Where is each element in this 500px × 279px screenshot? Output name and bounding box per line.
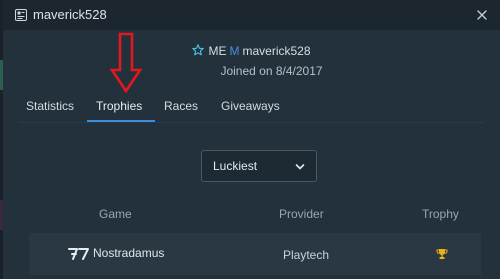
tab-races[interactable]: Races [164, 96, 198, 122]
tab-statistics[interactable]: Statistics [26, 96, 74, 122]
profile-card-icon [15, 9, 27, 21]
provider-name: Playtech [283, 248, 330, 262]
profile-username[interactable]: maverick528 [242, 44, 310, 58]
star-icon [192, 44, 205, 56]
column-header-game: Game [99, 207, 132, 221]
joined-date: Joined on 8/4/2017 [220, 64, 323, 78]
modal-title: maverick528 [33, 7, 107, 22]
table-row[interactable]: Nostradamus Playtech [29, 233, 481, 275]
trophy-filter-value: Luckiest [213, 159, 258, 173]
rank-badge: ME [208, 44, 227, 58]
close-icon[interactable] [474, 7, 490, 23]
trophy-icon [436, 249, 448, 259]
playtech-logo-icon [68, 248, 89, 260]
modal-titlebar: maverick528 [3, 0, 500, 30]
red-arrow-annotation [109, 32, 143, 94]
tabs-divider [19, 122, 484, 123]
chevron-down-icon [295, 164, 305, 170]
tab-giveaways[interactable]: Giveaways [221, 96, 280, 122]
profile-header: ME Mmaverick528 [3, 44, 500, 58]
user-profile-modal: maverick528 ME Mmaverick528 Joined on 8/4… [3, 0, 500, 279]
trophy-filter-select[interactable]: Luckiest [201, 150, 317, 182]
game-name[interactable]: Nostradamus [93, 246, 164, 260]
tab-trophies[interactable]: Trophies [96, 96, 142, 122]
member-letter-badge: M [229, 44, 240, 58]
column-header-trophy: Trophy [422, 207, 459, 221]
column-header-provider: Provider [279, 207, 324, 221]
